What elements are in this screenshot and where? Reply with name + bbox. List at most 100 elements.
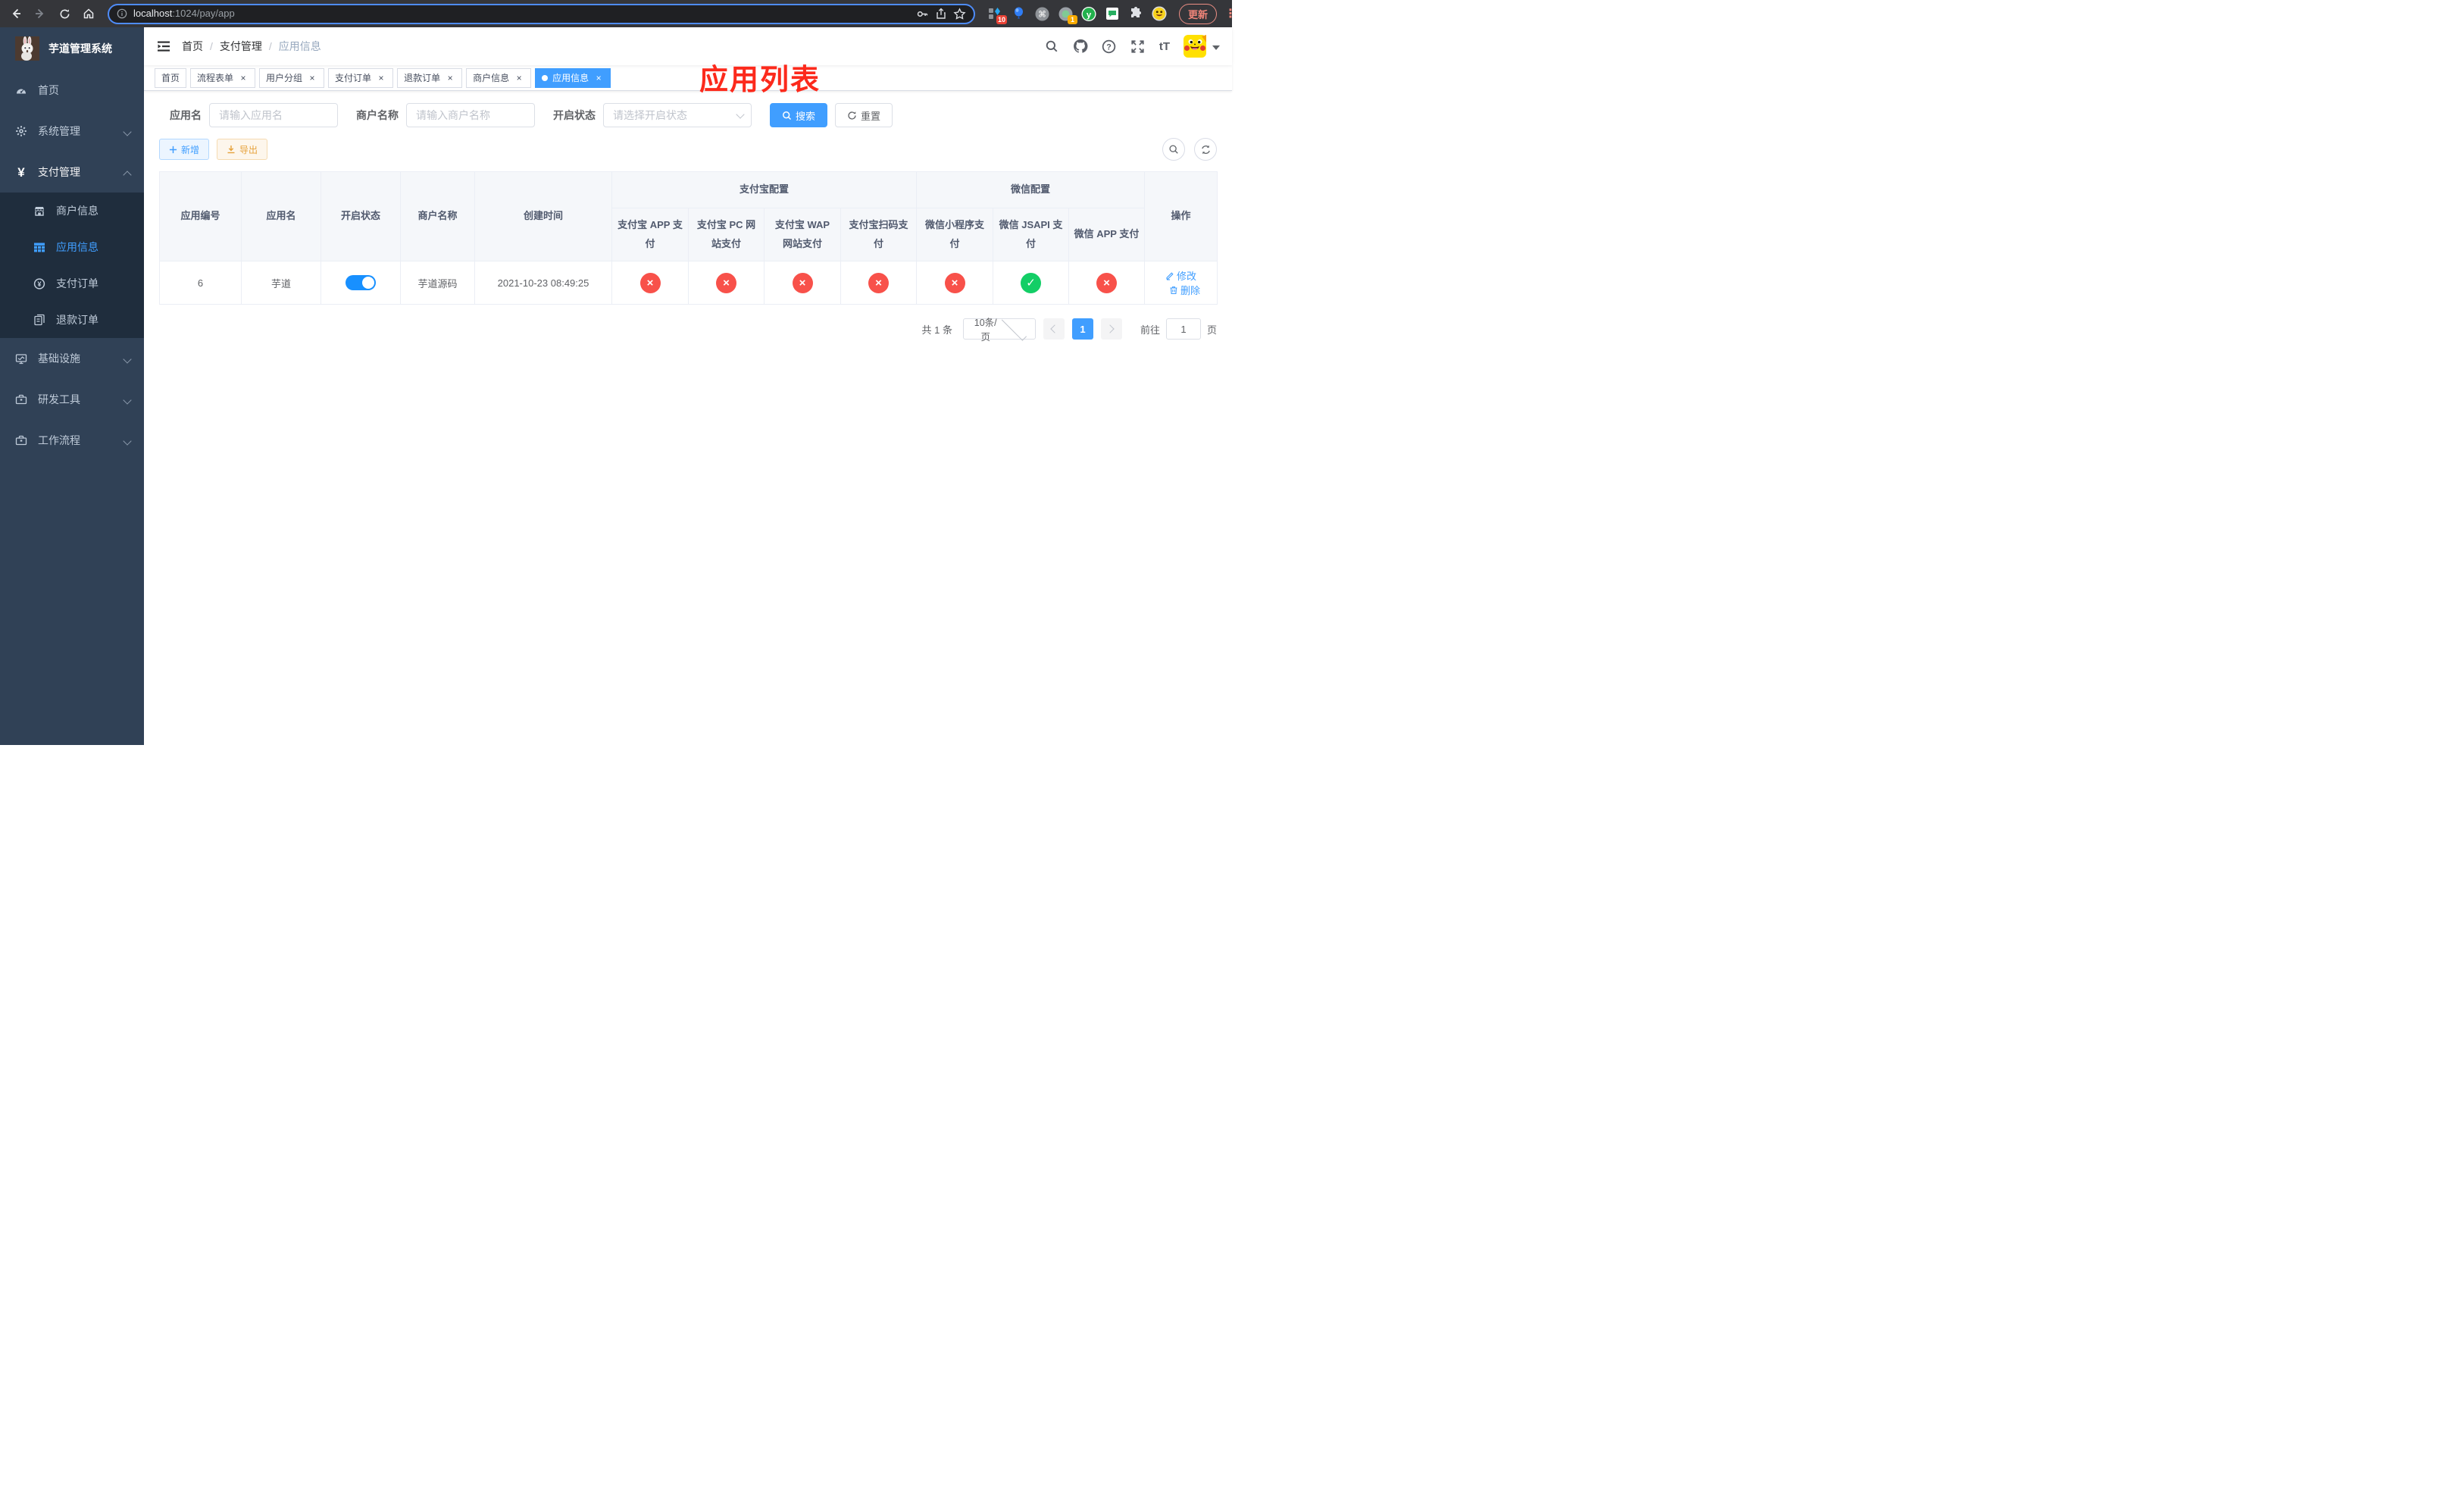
svg-text:?: ? (1107, 42, 1112, 52)
col-group-alipay: 支付宝配置 (611, 171, 918, 208)
caret-down-icon (1212, 45, 1220, 50)
status-toggle[interactable] (346, 275, 376, 291)
status-select[interactable]: 请选择开启状态 (603, 103, 752, 127)
edit-link[interactable]: 修改 (1165, 268, 1196, 283)
site-info-icon[interactable] (117, 8, 127, 19)
tab-app-info[interactable]: 应用信息 × (535, 67, 611, 88)
font-size-icon[interactable]: tT (1159, 40, 1170, 53)
prev-page-button[interactable] (1043, 318, 1065, 340)
help-icon[interactable]: ? (1102, 39, 1117, 54)
goto-page-input[interactable] (1165, 318, 1201, 340)
sidebar-item-dev-tools[interactable]: 研发工具 (0, 379, 144, 420)
extension-chat-icon[interactable] (1105, 6, 1120, 21)
extension-balloon-icon[interactable] (1011, 6, 1026, 21)
header-search-icon[interactable] (1044, 39, 1059, 54)
app-name-input[interactable] (209, 103, 338, 127)
refresh-table-button[interactable] (1194, 138, 1217, 161)
reset-button[interactable]: 重置 (835, 103, 893, 127)
password-key-icon[interactable] (916, 8, 929, 20)
tab-close-icon[interactable]: × (445, 73, 455, 83)
plus-icon (169, 146, 177, 153)
address-bar[interactable]: localhost:1024/pay/app (108, 3, 975, 24)
tags-view-bar: 首页 流程表单 × 用户分组 × 支付订单 × 退款订单 × 商户信息 × 应用信息 × (144, 65, 1232, 91)
cell-app-name: 芋道 (241, 261, 321, 305)
tab-payment-orders[interactable]: 支付订单 × (328, 67, 394, 88)
extension-y-icon[interactable]: y (1081, 6, 1096, 21)
extensions-puzzle-icon[interactable] (1128, 6, 1143, 21)
command-ext-icon: ⌘ (1035, 7, 1049, 20)
tab-close-icon[interactable]: × (514, 73, 524, 83)
col-header-wechat-mini: 微信小程序支付 (916, 207, 994, 262)
sidebar-item-payment[interactable]: ¥ 支付管理 (0, 152, 144, 193)
browser-forward-button[interactable] (30, 4, 50, 23)
sidebar-item-label: 工作流程 (38, 434, 80, 446)
sidebar-item-home[interactable]: 首页 (0, 70, 144, 111)
browser-home-button[interactable] (79, 4, 98, 23)
sidebar-fold-icon[interactable] (156, 39, 171, 54)
extension-command-icon[interactable]: ⌘ (1034, 6, 1049, 21)
pagination: 共 1 条 10条/页 1 前往 页 (159, 315, 1217, 343)
alipay-app-status-icon: × (639, 272, 661, 293)
sidebar-item-merchant-info[interactable]: 商户信息 (0, 193, 144, 229)
sidebar-item-label: 支付订单 (56, 277, 98, 290)
page-size-select[interactable]: 10条/页 (962, 315, 1036, 343)
sidebar-logo[interactable]: 芋道管理系统 (0, 27, 144, 70)
next-page-button[interactable] (1100, 318, 1122, 340)
breadcrumb-payment[interactable]: 支付管理 (220, 39, 262, 54)
search-icon (1169, 145, 1178, 154)
tab-process-form[interactable]: 流程表单 × (190, 67, 256, 88)
browser-menu-kebab-icon[interactable]: ⋮ (1224, 6, 1237, 21)
back-arrow-icon (12, 8, 20, 19)
sidebar-item-payment-orders[interactable]: ¥ 支付订单 (0, 265, 144, 302)
add-button[interactable]: 新增 (159, 139, 210, 160)
sidebar-item-label: 系统管理 (38, 125, 80, 137)
tab-user-group[interactable]: 用户分组 × (259, 67, 325, 88)
trash-icon (1170, 286, 1177, 294)
tab-close-icon[interactable]: × (593, 73, 604, 83)
browser-update-button[interactable]: 更新 (1179, 3, 1218, 24)
extension-recorder-icon[interactable]: 1 (1058, 6, 1077, 24)
sidebar-item-system[interactable]: 系统管理 (0, 111, 144, 152)
sidebar-item-infrastructure[interactable]: 基础设施 (0, 338, 144, 379)
merchant-name-input[interactable] (406, 103, 535, 127)
github-icon[interactable] (1073, 39, 1088, 54)
user-menu[interactable] (1184, 35, 1220, 58)
col-header-wechat-jsapi: 微信 JSAPI 支付 (993, 207, 1070, 262)
tab-merchant-info[interactable]: 商户信息 × (466, 67, 532, 88)
tab-refund-orders[interactable]: 退款订单 × (397, 67, 463, 88)
cell-merchant: 芋道源码 (400, 261, 475, 305)
tab-home[interactable]: 首页 (155, 67, 187, 88)
sidebar-item-workflow[interactable]: 工作流程 (0, 420, 144, 461)
sidebar: 芋道管理系统 首页 系统管理 ¥ 支付管理 商户信息 应用信息 ¥ 支付订单 退… (0, 27, 144, 745)
browser-back-button[interactable] (6, 4, 26, 23)
share-icon[interactable] (935, 8, 947, 20)
delete-link[interactable]: 删除 (1169, 283, 1200, 297)
emoji-avatar-icon (1152, 6, 1167, 21)
app-table: 应用编号 应用名 开启状态 商户名称 创建时间 支付宝配置 微信配置 操作 支付… (159, 171, 1218, 305)
tab-close-icon[interactable]: × (238, 73, 249, 83)
export-button[interactable]: 导出 (217, 139, 268, 160)
status-label: 开启状态 (553, 109, 596, 121)
url-path: :1024/pay/app (172, 8, 235, 19)
profile-avatar-emoji[interactable] (1152, 6, 1167, 21)
search-button[interactable]: 搜索 (770, 103, 828, 127)
tab-label: 流程表单 (197, 73, 234, 83)
top-navbar: 首页 / 支付管理 / 应用信息 ? tT (144, 27, 1232, 65)
tab-close-icon[interactable]: × (307, 73, 317, 83)
toggle-search-button[interactable] (1162, 138, 1185, 161)
extension-sketch-icon[interactable]: 10 (987, 6, 1007, 24)
chevron-down-icon (1002, 315, 1027, 341)
payment-submenu: 商户信息 应用信息 ¥ 支付订单 退款订单 (0, 193, 144, 338)
extensions-cluster: 10 ⌘ 1 y (987, 6, 1167, 24)
breadcrumb-home[interactable]: 首页 (182, 39, 203, 54)
alipay-wap-status-icon: × (792, 272, 813, 293)
tab-close-icon[interactable]: × (376, 73, 386, 83)
page-number-1[interactable]: 1 (1071, 318, 1093, 340)
tab-label: 首页 (161, 73, 180, 83)
bookmark-star-icon[interactable] (953, 7, 966, 20)
cell-actions: 修改 删除 (1144, 261, 1218, 305)
browser-reload-button[interactable] (55, 4, 74, 23)
sidebar-item-refund-orders[interactable]: 退款订单 (0, 302, 144, 338)
fullscreen-icon[interactable] (1130, 39, 1146, 54)
sidebar-item-app-info[interactable]: 应用信息 (0, 229, 144, 265)
